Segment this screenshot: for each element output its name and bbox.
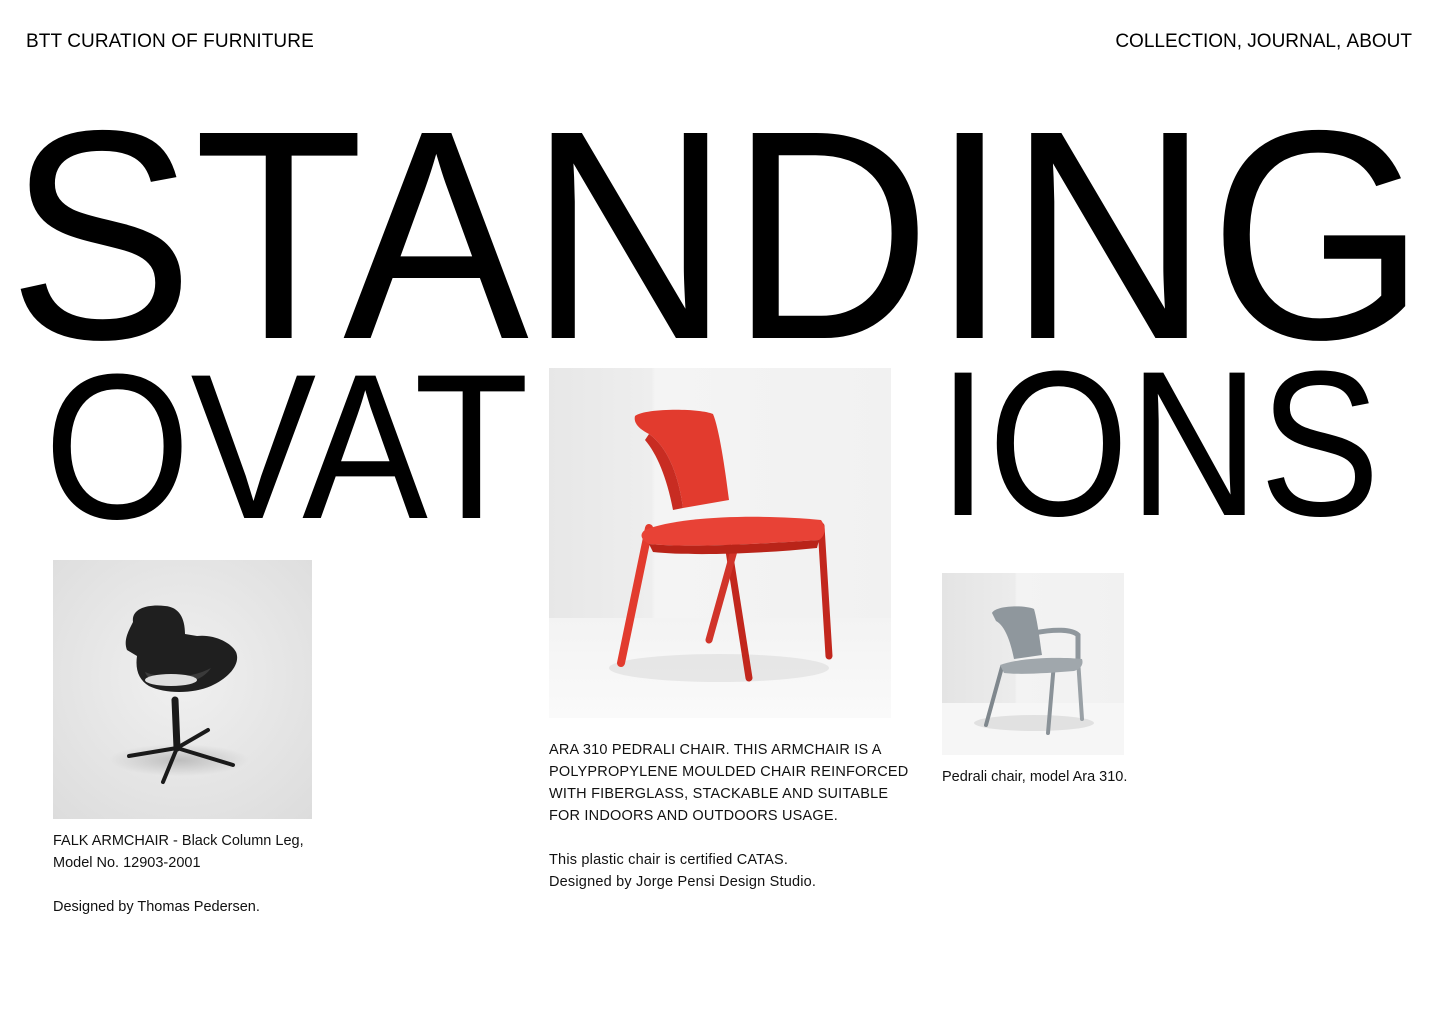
hero-headline-line1: STANDING — [0, 72, 1440, 362]
hero-line2-right-text: IONS — [938, 360, 1380, 530]
nav-link-collection[interactable]: COLLECTION, — [1115, 31, 1242, 53]
caption-line: FALK ARMCHAIR - Black Column Leg, — [53, 833, 304, 849]
product-image-red-chair[interactable] — [549, 368, 891, 718]
caption-designer: Designed by Jorge Pensi Design Studio. — [549, 874, 817, 890]
red-chair-illustration — [549, 368, 891, 718]
brand-logo-link[interactable]: BTT CURATION OF FURNITURE — [26, 31, 314, 53]
product-caption-pedrali: Pedrali chair, model Ara 310. — [942, 766, 1202, 788]
hero-headline-text: STANDING — [8, 72, 1426, 362]
caption-line: FOR INDOORS AND OUTDOORS USAGE. — [549, 808, 838, 824]
black-armchair-illustration — [53, 560, 312, 819]
caption-line: Model No. 12903-2001 — [53, 855, 201, 871]
caption-designer: Designed by Thomas Pedersen. — [53, 899, 260, 915]
caption-line: POLYPROPYLENE MOULDED CHAIR REINFORCED — [549, 764, 909, 780]
hero-headline-line2-right: IONS — [938, 328, 1388, 559]
nav-link-journal[interactable]: JOURNAL, — [1247, 31, 1341, 53]
hero-headline-line2-left: OVAT — [44, 331, 534, 562]
main-nav: COLLECTION, JOURNAL, ABOUT — [1115, 31, 1412, 53]
caption-line: Pedrali chair, model Ara 310. — [942, 769, 1128, 785]
product-image-falk-armchair[interactable] — [53, 560, 312, 819]
caption-certification: This plastic chair is certified CATAS. — [549, 852, 789, 868]
product-image-grey-armchair[interactable] — [942, 573, 1124, 755]
nav-link-about[interactable]: ABOUT — [1347, 31, 1412, 53]
grey-armchair-illustration — [942, 573, 1124, 755]
product-caption-falk: FALK ARMCHAIR - Black Column Leg, Model … — [53, 830, 353, 918]
caption-line: WITH FIBERGLASS, STACKABLE AND SUITABLE — [549, 786, 889, 802]
product-caption-ara-310: ARA 310 PEDRALI CHAIR. THIS ARMCHAIR IS … — [549, 739, 909, 893]
hero-line2-left-text: OVAT — [44, 360, 529, 530]
caption-line: ARA 310 PEDRALI CHAIR. THIS ARMCHAIR IS … — [549, 742, 882, 758]
